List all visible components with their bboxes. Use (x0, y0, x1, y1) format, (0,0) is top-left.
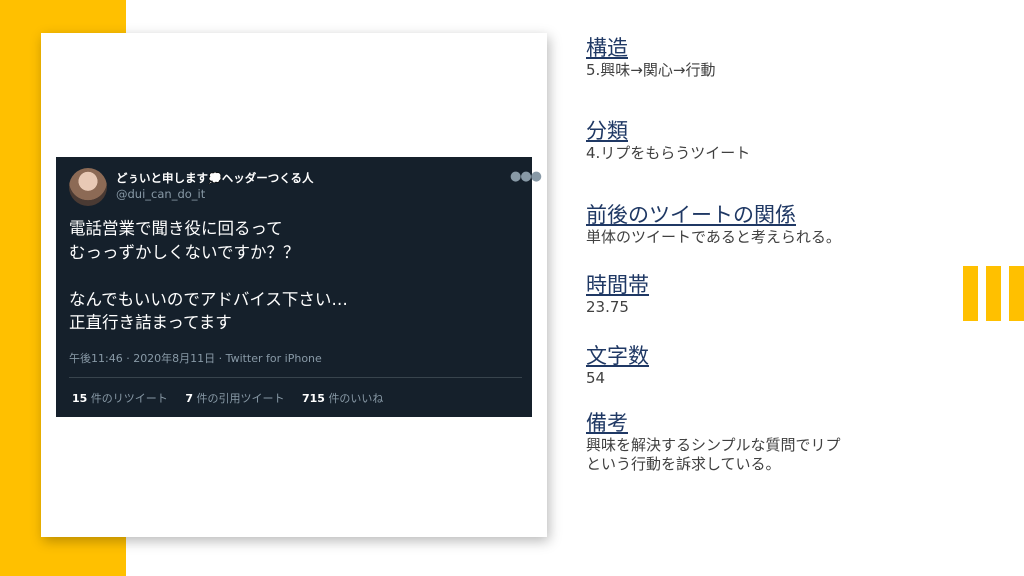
quote-count: 7 件の引用ツイート (185, 392, 285, 405)
info-title: 分類 (586, 119, 628, 143)
deco-bar (963, 266, 978, 321)
tweet-body: 電話営業で聞き役に回るって むっっずかしくないですか？？ なんでもいいのでアドバ… (69, 217, 519, 335)
avatar (69, 168, 107, 206)
info-value: 4.リプをもらうツイート (586, 144, 751, 162)
speech-bubble-icon: 💭 (208, 172, 222, 185)
tweet-timestamp: 午後11:46 · 2020年8月11日 · Twitter for iPhon… (69, 352, 322, 365)
deco-bar (1009, 266, 1024, 321)
info-title: 前後のツイートの関係 (586, 203, 796, 227)
info-title: 構造 (586, 36, 628, 60)
info-value: という行動を訴求している。 (586, 455, 781, 473)
tweet-display-name: どぅいと申します💭ヘッダーつくる人 (116, 171, 314, 185)
tweet-line: なんでもいいのでアドバイス下さい… (69, 289, 348, 309)
divider (69, 377, 522, 378)
info-value: 興味を解決するシンプルな質問でリプ (586, 436, 841, 454)
tweet-line (69, 264, 519, 288)
more-options-icon: ●●● (510, 169, 542, 184)
info-title: 備考 (586, 411, 628, 435)
info-value: 54 (586, 369, 606, 387)
info-value: 単体のツイートであると考えられる。 (586, 228, 841, 246)
like-count: 715 件のいいね (301, 392, 384, 405)
tweet-handle: @dui_can_do_it (116, 187, 206, 201)
tweet-line: 正直行き詰まってます (69, 313, 232, 332)
info-char-count: 文字数 54 (586, 343, 946, 388)
tweet-line: むっっずかしくないですか？？ (69, 242, 300, 262)
tweet-screenshot: どぅいと申します💭ヘッダーつくる人 @dui_can_do_it ●●● 電話営… (56, 157, 542, 417)
info-notes: 備考 興味を解決するシンプルな質問でリプ という行動を訴求している。 (586, 410, 946, 474)
info-value: 23.75 (586, 298, 629, 316)
info-structure: 構造 5.興味→関心→行動 (586, 35, 946, 80)
info-relation: 前後のツイートの関係 単体のツイートであると考えられる。 (586, 202, 946, 247)
info-category: 分類 4.リプをもらうツイート (586, 118, 946, 163)
deco-bar (986, 266, 1001, 321)
tweet-stats: 15 件のリツイート 7 件の引用ツイート 715 件のいいね (72, 390, 397, 406)
info-title: 時間帯 (586, 273, 649, 297)
retweet-count: 15 件のリツイート (72, 392, 168, 405)
info-title: 文字数 (586, 344, 649, 368)
tweet-line: 電話営業で聞き役に回るって (69, 219, 283, 238)
info-time: 時間帯 23.75 (586, 272, 946, 317)
info-value: 5.興味→関心→行動 (586, 61, 716, 79)
